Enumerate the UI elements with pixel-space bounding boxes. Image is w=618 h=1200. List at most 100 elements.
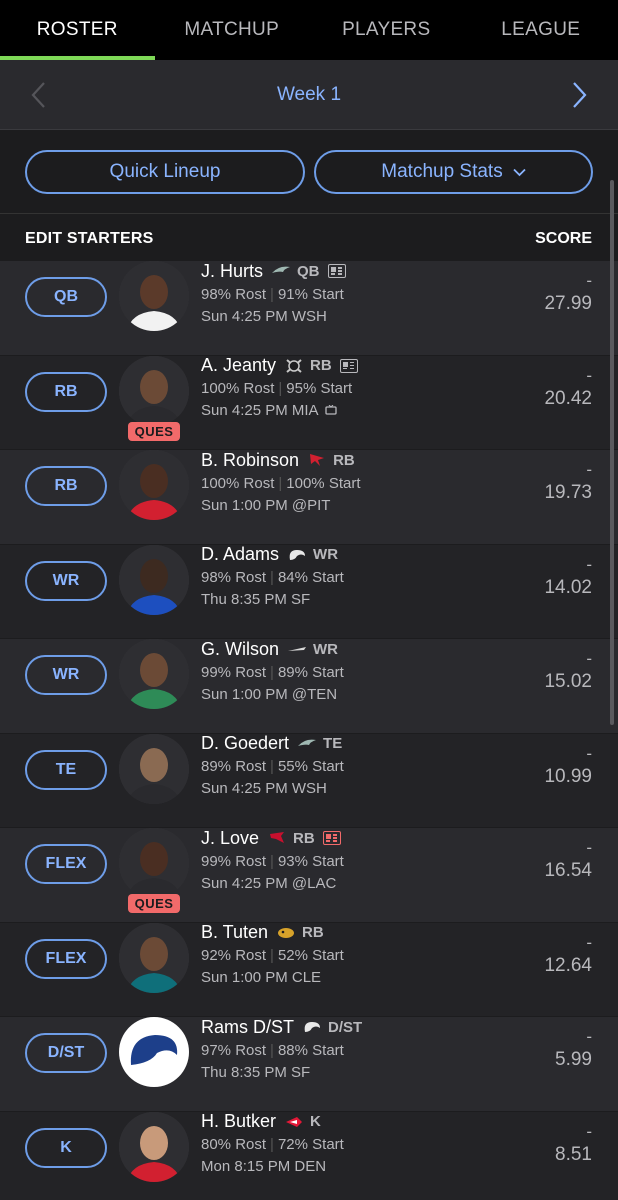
player-position: K — [310, 1113, 321, 1130]
tab-league[interactable]: LEAGUE — [464, 0, 618, 60]
rostered-percent: 97% Rost — [201, 1041, 267, 1059]
score-column: - 5.99 — [555, 1017, 592, 1071]
score-column: - 14.02 — [544, 545, 592, 599]
tab-roster[interactable]: ROSTER — [0, 0, 155, 60]
player-avatar[interactable] — [119, 733, 189, 804]
game-time-opponent: Sun 4:25 PM WSH — [201, 780, 327, 797]
projected-score: 8.51 — [555, 1143, 592, 1165]
roster-percentages: 98% Rost | 84% Start — [201, 567, 531, 589]
player-info: A. Jeanty RB 100% Rost | 95% Start Sun 4:2… — [201, 355, 531, 422]
player-info: B. Tuten RB 92% Rost | 52% Start Sun 1:00 … — [201, 922, 531, 989]
player-avatar[interactable] — [119, 544, 189, 615]
lineup-slot-button[interactable]: K — [25, 1127, 107, 1168]
player-position: RB — [310, 357, 332, 374]
lineup-slot-button[interactable]: QB — [25, 277, 107, 317]
started-percent: 100% Start — [286, 474, 361, 492]
player-position: RB — [302, 924, 324, 941]
rostered-percent: 92% Rost — [201, 947, 267, 964]
matchup-stats-label: Matchup Stats — [381, 161, 503, 182]
tab-matchup[interactable]: MATCHUP — [155, 0, 310, 60]
player-position: RB — [333, 451, 355, 469]
score-column: - 16.54 — [544, 828, 592, 882]
actual-score: - — [586, 554, 592, 574]
stat-divider: | — [270, 569, 274, 586]
stat-divider: | — [270, 663, 274, 681]
player-info: H. Butker K 80% Rost | 72% Start Mon 8:15 … — [201, 1111, 531, 1178]
roster-row: WR D. Adams WR 98% Rost | 84% Start Thu 8:… — [0, 544, 618, 639]
player-name[interactable]: A. Jeanty — [201, 355, 276, 376]
projected-score: 27.99 — [544, 293, 592, 314]
player-avatar[interactable] — [119, 1111, 189, 1182]
started-percent: 88% Start — [277, 1041, 344, 1059]
news-icon[interactable] — [327, 264, 346, 278]
falcons-logo-icon — [307, 453, 327, 467]
score-column: - 19.73 — [544, 450, 592, 504]
rostered-percent: 99% Rost — [201, 663, 267, 681]
rostered-percent: 89% Rost — [201, 758, 267, 775]
projected-score: 10.99 — [544, 765, 592, 787]
roster-percentages: 97% Rost | 88% Start — [201, 1039, 531, 1061]
game-info: Thu 8:35 PM SF — [201, 1061, 531, 1083]
rostered-percent: 100% Rost — [201, 474, 275, 492]
week-label[interactable]: Week 1 — [0, 60, 618, 130]
jaguars-logo-icon — [276, 926, 296, 940]
player-avatar[interactable] — [119, 639, 189, 709]
player-name[interactable]: H. Butker — [201, 1111, 276, 1132]
news-red-icon[interactable] — [322, 831, 341, 845]
lineup-slot-button[interactable]: WR — [25, 560, 107, 601]
scrollbar[interactable] — [610, 180, 614, 725]
player-info: D. Goedert TE 89% Rost | 55% Start Sun 4:2… — [201, 733, 531, 800]
lineup-slot-button[interactable]: WR — [25, 655, 107, 695]
roster-percentages: 89% Rost | 55% Start — [201, 756, 531, 778]
roster-percentages: 99% Rost | 89% Start — [201, 661, 531, 683]
lineup-slot-button[interactable]: RB — [25, 371, 107, 412]
projected-score: 5.99 — [555, 1049, 592, 1070]
player-name[interactable]: B. Tuten — [201, 922, 268, 943]
game-time-opponent: Mon 8:15 PM DEN — [201, 1158, 327, 1175]
player-name[interactable]: B. Robinson — [201, 450, 299, 471]
player-info: B. Robinson RB 100% Rost | 100% Start Sun … — [201, 450, 531, 516]
matchup-stats-dropdown[interactable]: Matchup Stats — [314, 150, 593, 194]
actual-score: - — [586, 743, 592, 763]
player-avatar[interactable] — [119, 1017, 189, 1087]
player-avatar[interactable] — [119, 922, 189, 993]
player-name[interactable]: D. Adams — [201, 544, 279, 565]
quick-lineup-label: Quick Lineup — [109, 161, 221, 182]
player-position: D/ST — [328, 1018, 363, 1036]
player-name[interactable]: J. Hurts — [201, 261, 263, 282]
roster-row: FLEX QUES J. Love RB 99% Rost | 93% Start … — [0, 828, 618, 923]
next-week-chevron-icon[interactable] — [550, 60, 610, 130]
game-time-opponent: Sun 4:25 PM MIA — [201, 402, 319, 419]
lineup-slot-button[interactable]: D/ST — [25, 1033, 107, 1073]
player-avatar[interactable] — [119, 450, 189, 520]
eagles-logo-icon — [297, 737, 317, 751]
news-icon[interactable] — [339, 358, 358, 373]
player-info: D. Adams WR 98% Rost | 84% Start Thu 8:35 … — [201, 544, 531, 611]
player-avatar[interactable] — [119, 828, 189, 898]
player-name[interactable]: J. Love — [201, 828, 259, 849]
rostered-percent: 99% Rost — [201, 852, 267, 870]
game-info: Sun 4:25 PM WSH — [201, 305, 531, 327]
stat-divider: | — [278, 380, 283, 397]
chevron-down-icon — [513, 161, 526, 183]
player-avatar[interactable] — [119, 261, 189, 331]
lineup-slot-button[interactable]: FLEX — [25, 844, 107, 884]
player-name[interactable]: Rams D/ST — [201, 1017, 294, 1038]
player-info: J. Love RB 99% Rost | 93% Start Sun 4:25 P… — [201, 828, 531, 894]
player-name[interactable]: D. Goedert — [201, 733, 289, 754]
player-name[interactable]: G. Wilson — [201, 639, 279, 660]
quick-lineup-button[interactable]: Quick Lineup — [25, 150, 305, 194]
roster-list: QB J. Hurts QB 98% Rost | 91% Start Sun 4:… — [0, 261, 618, 1200]
tab-players[interactable]: PLAYERS — [309, 0, 464, 60]
roster-percentages: 100% Rost | 95% Start — [201, 378, 531, 400]
lineup-slot-button[interactable]: RB — [25, 466, 107, 506]
questionable-status-badge: QUES — [128, 421, 180, 441]
score-column: - 8.51 — [555, 1112, 592, 1166]
roster-row: FLEX B. Tuten RB 92% Rost | 52% Start Sun … — [0, 922, 618, 1017]
started-percent: 52% Start — [277, 947, 344, 964]
player-avatar[interactable] — [119, 355, 189, 426]
player-position: WR — [313, 546, 339, 563]
eagles-logo-icon — [271, 264, 291, 278]
lineup-slot-button[interactable]: TE — [25, 749, 107, 790]
lineup-slot-button[interactable]: FLEX — [25, 938, 107, 979]
